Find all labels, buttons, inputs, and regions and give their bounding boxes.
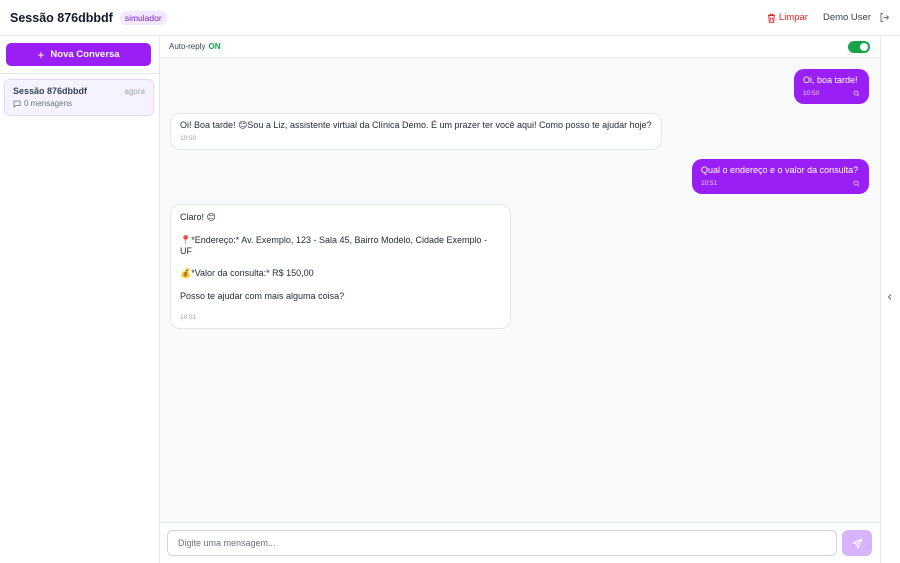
autoreply-state: ON	[208, 42, 221, 51]
chat-area: Auto-reply ON Oi, boa tarde! 10:50 Oi! B…	[160, 36, 880, 563]
message-icon	[13, 100, 21, 108]
new-conversation-button[interactable]: + Nova Conversa	[6, 43, 151, 66]
app-header: Sessão 876dbbdf simulador Limpar Demo Us…	[0, 0, 900, 36]
message-text: 📍*Endereço:* Av. Exemplo, 123 - Sala 45,…	[180, 234, 488, 256]
autoreply-label: Auto-reply	[169, 42, 206, 51]
message-time: 10:51	[701, 179, 718, 187]
message-bubble-bot: Claro! 😊 📍*Endereço:* Av. Exemplo, 123 -…	[170, 204, 511, 329]
conversation-time: agora	[124, 86, 145, 96]
message-text: Oi! Boa tarde! 😊Sou a Liz, assistente vi…	[180, 120, 652, 130]
check-icon	[853, 180, 860, 187]
right-panel-collapsed	[880, 36, 900, 563]
message-bubble-bot: Oi! Boa tarde! 😊Sou a Liz, assistente vi…	[170, 113, 662, 150]
logout-button[interactable]	[879, 12, 890, 23]
message-time: 10:51	[180, 313, 197, 321]
send-icon	[852, 538, 862, 548]
mode-badge: simulador	[119, 10, 167, 25]
check-icon	[853, 90, 860, 97]
message-bubble-user: Oi, boa tarde! 10:50	[794, 69, 869, 104]
clear-label: Limpar	[778, 12, 808, 23]
conversation-count: 0 mensagens	[24, 99, 73, 108]
message-text: Posso te ajudar com mais alguma coisa?	[180, 291, 345, 302]
message-time: 10:50	[803, 89, 820, 97]
user-name: Demo User	[822, 12, 871, 23]
autoreply-bar: Auto-reply ON	[160, 36, 880, 58]
send-button[interactable]	[842, 530, 872, 556]
conversation-name: Sessão 876dbbdf	[13, 86, 88, 96]
message-time: 10:50	[180, 134, 197, 142]
chevron-left-icon[interactable]	[886, 293, 894, 301]
message-input[interactable]	[167, 530, 837, 556]
plus-icon: +	[37, 47, 45, 62]
message-text: Claro! 😊	[180, 212, 216, 222]
autoreply-toggle[interactable]	[848, 41, 870, 53]
logout-icon	[880, 13, 890, 22]
composer	[160, 522, 880, 563]
sidebar: + Nova Conversa Sessão 876dbbdf agora 0 …	[0, 36, 160, 563]
message-text: Qual o endereço e o valor da consulta?	[701, 165, 859, 175]
conversation-item[interactable]: Sessão 876dbbdf agora 0 mensagens	[4, 79, 154, 116]
message-text: Oi, boa tarde!	[803, 75, 858, 85]
toggle-knob	[860, 43, 868, 51]
message-bubble-user: Qual o endereço e o valor da consulta? 1…	[692, 159, 869, 194]
page-title: Sessão 876dbbdf	[10, 10, 113, 25]
sidebar-divider	[0, 73, 160, 74]
new-conversation-label: Nova Conversa	[50, 49, 120, 60]
trash-icon	[767, 13, 775, 23]
message-text: 💰*Valor da consulta:* R$ 150,00	[180, 268, 314, 279]
header-actions: Limpar Demo User	[767, 12, 890, 23]
clear-button[interactable]: Limpar	[767, 12, 808, 23]
